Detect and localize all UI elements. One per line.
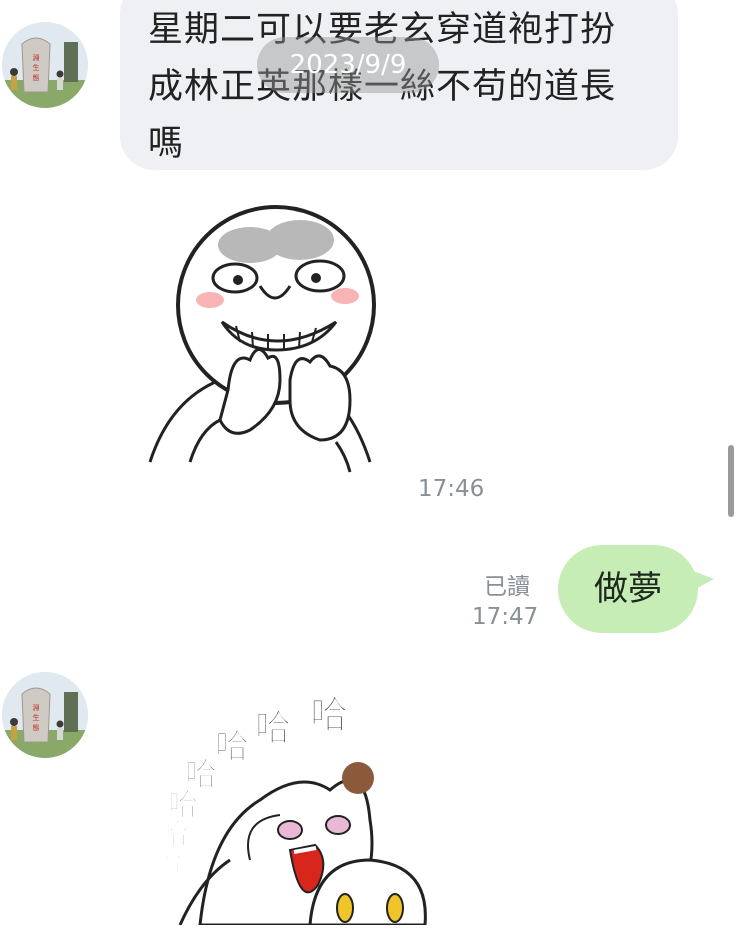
ha-0: 哈 bbox=[310, 693, 348, 737]
svg-text:態: 態 bbox=[33, 73, 40, 82]
outgoing-message-text: 做夢 bbox=[594, 569, 662, 609]
ha-8: 哈 bbox=[152, 893, 172, 917]
sticker-timestamp: 17:46 bbox=[418, 476, 485, 502]
sender-avatar-2[interactable]: 淵 生 態 bbox=[2, 672, 88, 758]
date-separator: 2023/9/9 bbox=[257, 37, 439, 93]
svg-text:淵: 淵 bbox=[33, 703, 40, 712]
svg-text:生: 生 bbox=[33, 713, 40, 722]
ha-2: 哈 bbox=[215, 727, 249, 767]
laughing-sticker[interactable]: 哈 哈 哈 哈 哈 哈 哈 哈 哈 bbox=[140, 680, 440, 927]
svg-text:生: 生 bbox=[33, 63, 40, 72]
svg-text:態: 態 bbox=[33, 723, 40, 732]
sender-avatar[interactable]: 淵 生 態 bbox=[2, 22, 88, 108]
outgoing-message-bubble[interactable]: 做夢 bbox=[558, 545, 714, 633]
avatar-photo: 淵 生 態 bbox=[2, 22, 88, 108]
outgoing-timestamp: 17:47 bbox=[472, 604, 539, 630]
scrollbar-thumb[interactable] bbox=[728, 445, 734, 517]
svg-text:淵: 淵 bbox=[33, 53, 40, 62]
avatar-photo: 淵 生 態 bbox=[2, 672, 88, 758]
grinning-face-sticker[interactable] bbox=[140, 200, 390, 490]
ha-1: 哈 bbox=[255, 708, 291, 749]
read-receipt: 已讀 bbox=[484, 574, 530, 600]
ha-5: 哈 bbox=[160, 817, 188, 850]
